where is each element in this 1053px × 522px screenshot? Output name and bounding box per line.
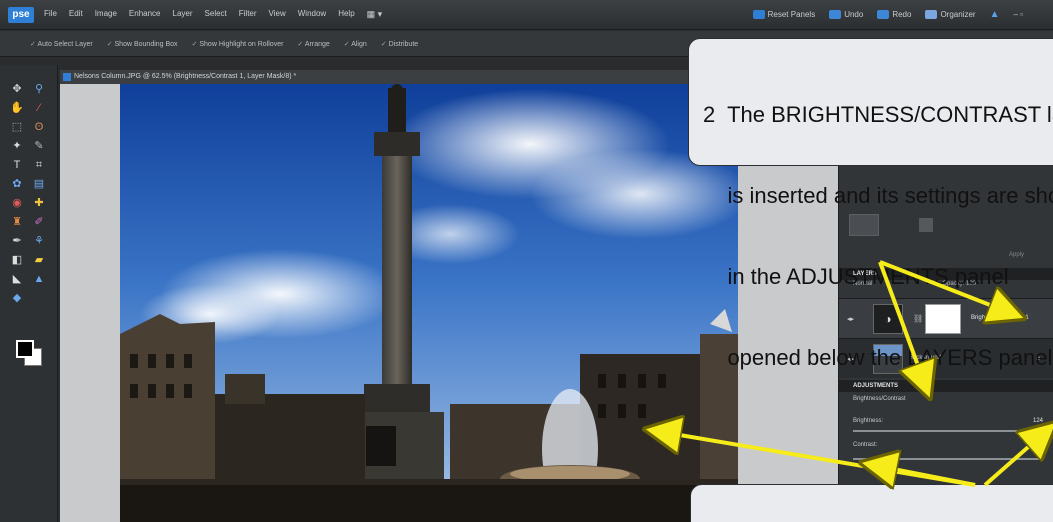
menu-layer[interactable]: Layer [173,9,193,20]
clone-stamp-tool-icon[interactable]: ♜ [10,216,24,229]
reset-panels-label: Reset Panels [767,10,816,19]
undo-icon [829,10,842,19]
app-logo: pse [8,7,34,23]
organizer-label: Organizer [940,10,976,19]
crop-tool-icon[interactable]: ⌗ [32,159,46,172]
menu-select[interactable]: Select [205,9,227,20]
toolbox: ✥ ⚲ ✋ ⁄ ⬚ ʘ ✦ ✎ T ⌗ ✿ ▤ ◉ ✚ ♜ ✐ ✒ ⚘ ◧ ▰ … [0,65,58,522]
red-eye-tool-icon[interactable]: ◉ [10,197,24,210]
brightness-slider-knob[interactable] [1036,431,1043,436]
undo-label: Undo [844,10,864,19]
organizer-button[interactable]: Organizer [925,10,976,19]
photo-canvas[interactable] [120,84,738,522]
instruction-callout-bottom [690,484,1053,522]
auto-select-layer-checkbox[interactable]: Auto Select Layer [30,40,92,48]
menu-enhance[interactable]: Enhance [129,9,161,20]
marquee-tool-icon[interactable]: ⬚ [10,121,24,134]
menu-edit[interactable]: Edit [69,9,83,20]
magic-wand-tool-icon[interactable]: ✦ [10,140,24,153]
brush-tool-icon[interactable]: ✒ [10,235,24,248]
distribute-button[interactable]: Distribute [381,40,419,48]
zoom-tool-icon[interactable]: ⚲ [32,83,46,96]
pencil-tool-icon[interactable]: ✐ [32,216,46,229]
menu-file[interactable]: File [44,9,57,20]
brightness-value[interactable]: 124 [1033,418,1043,424]
smart-brush-tool-icon[interactable]: ⚘ [32,235,46,248]
menu-image[interactable]: Image [95,9,117,20]
brightness-label: Brightness: [853,418,884,424]
gradient-tool-icon[interactable]: ▲ [32,273,46,286]
top-right-tools: Reset Panels Undo Redo Organizer ▲ – ▫ [752,9,1023,20]
show-bounding-box-checkbox[interactable]: Show Bounding Box [107,40,178,48]
contrast-slider-knob[interactable] [870,459,876,464]
callout-line-1: 2 The BRIGHTNESS/CONTRAST layer [703,102,1053,127]
lasso-tool-icon[interactable]: ʘ [32,121,46,134]
document-tab[interactable]: Nelsons Column.JPG @ 62.5% (Brightness/C… [60,70,740,84]
menu-view[interactable]: View [269,9,286,20]
eraser-tool-icon[interactable]: ◧ [10,254,24,267]
align-button[interactable]: Align [344,40,367,48]
callout-line-4: opened below the LAYERS panel. [703,345,1053,370]
callout-line-2: is inserted and its settings are shown [703,183,1053,208]
reset-panels-button[interactable]: Reset Panels [752,10,816,19]
menu-bar: pse File Edit Image Enhance Layer Select… [0,0,1053,30]
organizer-icon [925,10,938,19]
cookie-cutter-tool-icon[interactable]: ✿ [10,178,24,191]
shape-tool-icon[interactable] [32,292,46,305]
type-tool-icon[interactable]: T [10,159,24,172]
redo-label: Redo [892,10,912,19]
window-controls[interactable]: – ▫ [1013,10,1023,19]
redo-button[interactable]: Redo [877,10,911,19]
contrast-label: Contrast: [853,442,878,448]
home-icon[interactable]: ▲ [990,9,1000,20]
main-menu: File Edit Image Enhance Layer Select Fil… [44,9,382,20]
contrast-slider-track[interactable] [853,458,1043,460]
straighten-tool-icon[interactable]: ▤ [32,178,46,191]
callout-line-3: in the ADJUSTMENTS panel [703,264,1009,289]
smudge-tool-icon[interactable]: ◣ [10,273,24,286]
brightness-slider-track[interactable] [853,430,1043,432]
trafalgar-square-photo [120,84,738,522]
options-items: Auto Select Layer Show Bounding Box Show… [30,40,418,48]
brush-select-tool-icon[interactable]: ✎ [32,140,46,153]
paint-bucket-tool-icon[interactable]: ▰ [32,254,46,267]
sponge-tool-icon[interactable]: ◆ [10,292,24,305]
eyedropper-tool-icon[interactable]: ⁄ [32,102,46,115]
tool-grid: ✥ ⚲ ✋ ⁄ ⬚ ʘ ✦ ✎ T ⌗ ✿ ▤ ◉ ✚ ♜ ✐ ✒ ⚘ ◧ ▰ … [10,83,50,305]
instruction-callout: 2 The BRIGHTNESS/CONTRAST layer is inser… [688,38,1053,370]
menu-help[interactable]: Help [338,9,354,20]
healing-tool-icon[interactable]: ✚ [32,197,46,210]
grid-menu-button[interactable]: ▦ ▾ [367,9,383,20]
show-highlight-checkbox[interactable]: Show Highlight on Rollover [192,40,283,48]
hand-tool-icon[interactable]: ✋ [10,102,24,115]
arrange-button[interactable]: Arrange [297,40,330,48]
reset-icon [752,10,765,19]
undo-button[interactable]: Undo [829,10,863,19]
move-tool-icon[interactable]: ✥ [10,83,24,96]
menu-filter[interactable]: Filter [239,9,257,20]
redo-icon [877,10,890,19]
contrast-value[interactable]: 0 [1040,442,1043,448]
foreground-color-swatch[interactable] [16,340,34,358]
menu-window[interactable]: Window [298,9,326,20]
